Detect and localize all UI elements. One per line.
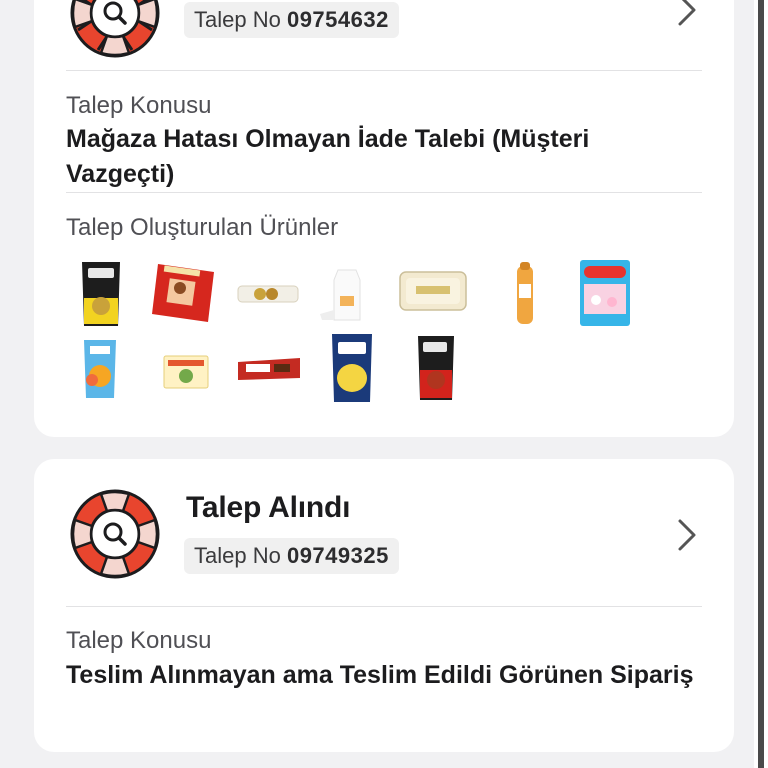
- scrollbar[interactable]: [754, 0, 768, 768]
- wafer-bar-icon: [237, 285, 299, 303]
- request-card[interactable]: Talep Alındı Talep No 09749325 Talep Kon…: [34, 459, 734, 752]
- chips-bag-blue-icon: [332, 334, 372, 402]
- talep-no-value: 09749325: [286, 543, 389, 568]
- snack-bag-yellow-icon: [82, 262, 120, 326]
- subject-label: Talep Konusu: [66, 627, 212, 654]
- chocolate-box-red-icon: [152, 264, 214, 322]
- request-card-header[interactable]: Talep Alındı Talep No 09749325: [34, 459, 734, 599]
- divider: [66, 70, 702, 71]
- request-card[interactable]: Talep No 09754632 Talep Konusu Mağaza Ha…: [34, 0, 734, 437]
- subject-value: Mağaza Hatası Olmayan İade Talebi (Müşte…: [66, 125, 590, 188]
- talep-no-badge: Talep No 09749325: [184, 538, 399, 574]
- candy-bag-haribo-icon: [580, 260, 630, 326]
- talep-no-prefix: Talep No: [194, 543, 287, 568]
- chevron-right-icon[interactable]: [676, 517, 698, 553]
- talep-no-badge: Talep No 09754632: [184, 2, 399, 38]
- scrollbar-thumb[interactable]: [758, 0, 764, 768]
- subject-label: Talep Konusu: [66, 92, 212, 119]
- bread-bag-icon: [517, 262, 533, 324]
- divider: [66, 606, 702, 607]
- subject-value: Teslim Alınmayan ama Teslim Edildi Görün…: [66, 661, 694, 689]
- small-snack-pack-icon: [163, 355, 209, 389]
- juice-pouch-icon: [84, 340, 116, 398]
- lifebuoy-search-icon: [70, 489, 160, 579]
- divider: [66, 192, 702, 193]
- request-card-header[interactable]: Talep No 09754632: [34, 0, 734, 80]
- talep-no-prefix: Talep No: [194, 7, 287, 32]
- chevron-right-icon[interactable]: [676, 0, 698, 28]
- lifebuoy-search-icon: [70, 0, 160, 58]
- talep-no-value: 09754632: [286, 7, 389, 32]
- milk-carton-icon: [320, 269, 361, 321]
- status-title: Talep Alındı: [186, 491, 351, 524]
- chocolate-bar-red-icon: [238, 358, 300, 380]
- tub-container-icon: [399, 271, 467, 311]
- snack-bag-red-icon: [418, 336, 454, 400]
- products-label: Talep Oluşturulan Ürünler: [66, 214, 339, 241]
